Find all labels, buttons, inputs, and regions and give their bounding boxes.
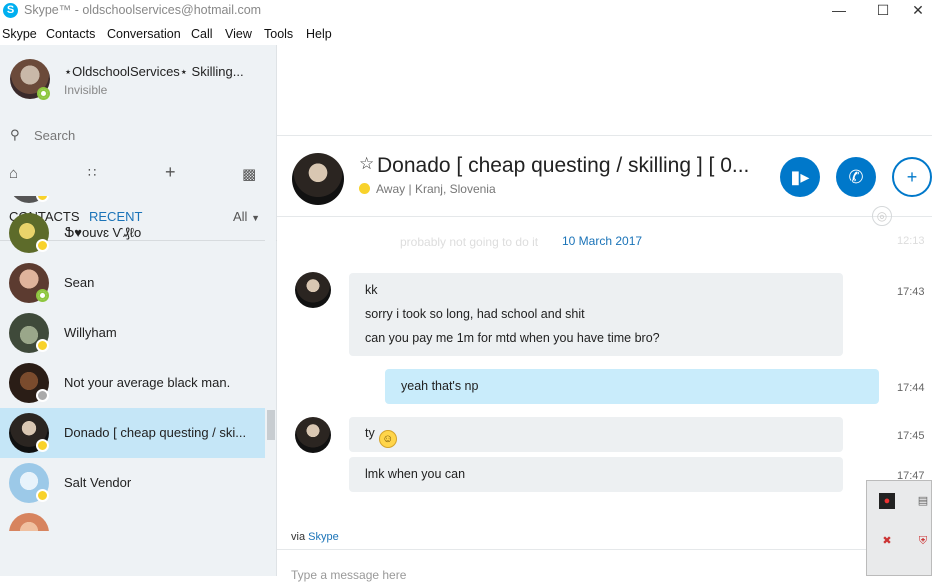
call-button[interactable]: ✆ — [836, 157, 876, 197]
message-time: 17:44 — [897, 382, 925, 394]
list-item[interactable]: Salt Vendor — [0, 458, 265, 508]
date-separator: 10 March 2017 — [562, 234, 643, 248]
close-button[interactable]: ✕ — [904, 0, 932, 22]
plus-icon[interactable]: + — [165, 162, 176, 183]
menu-help[interactable]: Help — [306, 27, 332, 41]
tray-shield-icon[interactable]: ⛨ — [915, 533, 931, 549]
message-input[interactable]: Type a message here — [291, 568, 406, 582]
smile-emoji-icon: ☺ — [378, 430, 397, 448]
video-call-icon: ▮▸ — [790, 167, 810, 187]
contact-name: Not your average black man. — [64, 375, 231, 390]
menu-conversation[interactable]: Conversation — [107, 27, 181, 41]
message-time: 17:43 — [897, 286, 925, 298]
avatar — [9, 513, 49, 531]
window-title: Skype™ - oldschoolservices@hotmail.com — [24, 3, 262, 17]
menu-call[interactable]: Call — [191, 27, 213, 41]
message-history: probably not going to do it 10 March 201… — [277, 218, 932, 576]
faded-timestamp: 12:13 — [897, 235, 925, 247]
message-text: yeah that's np — [401, 379, 479, 393]
dialpad-icon[interactable]: ∷ — [88, 165, 96, 181]
faded-message: probably not going to do it — [400, 235, 539, 249]
conversation-location: Kranj, Slovenia — [414, 182, 496, 196]
sender-avatar[interactable] — [295, 417, 331, 453]
conversation-header: ☆ Donado [ cheap questing / skilling ] [… — [277, 135, 932, 217]
contact-name: Donado [ cheap questing / ski... — [64, 425, 247, 440]
search-icon: ⚲ — [10, 127, 20, 142]
message-text: lmk when you can — [365, 467, 466, 481]
message-text: ty ☺ — [365, 426, 397, 448]
title-bar: S Skype™ - oldschoolservices@hotmail.com… — [0, 0, 932, 22]
away-status-icon — [36, 339, 49, 352]
scrollbar-thumb[interactable] — [267, 410, 275, 440]
menu-contacts[interactable]: Contacts — [46, 27, 95, 41]
message-bubble[interactable]: ty ☺ — [349, 417, 843, 452]
phone-icon: ✆ — [848, 167, 864, 187]
list-item[interactable] — [0, 196, 265, 208]
menu-skype[interactable]: Skype — [2, 27, 37, 41]
via-text: via — [291, 531, 306, 543]
contact-name: Salt Vendor — [64, 475, 132, 490]
bot-icon[interactable]: ▩ — [242, 165, 256, 183]
menu-tools[interactable]: Tools — [264, 27, 293, 41]
unknown-status-icon — [36, 389, 49, 402]
minimize-button[interactable]: — — [816, 0, 862, 22]
menu-bar: Skype Contacts Conversation Call View To… — [0, 25, 932, 45]
skype-logo-icon: S — [3, 3, 18, 18]
conversation-subtitle: Away | Kranj, Slovenia — [359, 182, 496, 196]
list-item[interactable]: Willyham — [0, 308, 265, 358]
tray-network-icon[interactable]: ✖ — [879, 533, 895, 549]
skype-link[interactable]: Skype — [308, 531, 339, 543]
message-bubble[interactable]: lmk when you can — [349, 457, 843, 492]
conversation-avatar[interactable] — [292, 153, 344, 205]
list-item[interactable]: Not your average black man. — [0, 358, 265, 408]
via-label: via Skype — [291, 531, 339, 543]
online-status-icon — [36, 289, 49, 302]
message-text: can you pay me 1m for mtd when you have … — [365, 331, 660, 345]
message-text-content: ty — [365, 426, 375, 440]
search-box[interactable]: ⚲ Search — [10, 125, 270, 145]
tray-app-icon[interactable]: ● — [879, 493, 895, 509]
away-status-icon — [36, 489, 49, 502]
add-contact-icon: + — [906, 167, 918, 187]
contacts-scrollbar[interactable] — [265, 196, 276, 531]
sender-avatar[interactable] — [295, 272, 331, 308]
contact-name: Willyham — [64, 325, 117, 340]
video-call-button[interactable]: ▮▸ — [780, 157, 820, 197]
tray-device-icon[interactable]: ▤ — [915, 493, 931, 509]
away-status-icon — [36, 196, 49, 202]
away-status-icon — [359, 183, 370, 194]
message-bubble[interactable]: kk sorry i took so long, had school and … — [349, 273, 843, 356]
contact-name: Sean — [64, 275, 95, 290]
profile-name[interactable]: ⋆OldschoolServices⋆ Skilling... — [64, 64, 244, 80]
away-status-icon — [36, 239, 49, 252]
away-status-icon — [36, 439, 49, 452]
list-item[interactable]: Ֆ♥ouvɛ Ѵ₰ℓo — [0, 208, 265, 258]
add-people-button[interactable]: + — [892, 157, 932, 197]
message-composer[interactable]: Type a message here — [277, 549, 932, 582]
search-input[interactable]: Search — [34, 128, 75, 143]
list-item-selected[interactable]: Donado [ cheap questing / ski... — [0, 408, 265, 458]
invisible-status-icon — [37, 87, 50, 100]
menu-view[interactable]: View — [225, 27, 252, 41]
home-icon[interactable]: ⌂ — [9, 165, 18, 182]
recent-list: Ֆ♥ouvɛ Ѵ₰ℓo Sean Willyham Not your avera… — [0, 196, 265, 531]
maximize-button[interactable]: ☐ — [860, 0, 906, 22]
message-time: 17:45 — [897, 430, 925, 442]
list-item[interactable] — [0, 508, 265, 531]
system-tray-popup: ● ▤ ✖ ⛨ — [866, 480, 932, 576]
message-text: kk — [365, 283, 378, 297]
contact-name: Ֆ♥ouvɛ Ѵ₰ℓo — [64, 225, 142, 240]
list-item[interactable]: Sean — [0, 258, 265, 308]
favorite-star-icon[interactable]: ☆ — [359, 154, 374, 174]
profile-status[interactable]: Invisible — [64, 83, 107, 97]
message-text: sorry i took so long, had school and shi… — [365, 307, 585, 321]
conversation-title[interactable]: Donado [ cheap questing / skilling ] [ 0… — [377, 154, 757, 178]
message-bubble-mine[interactable]: yeah that's np — [385, 369, 879, 404]
sidebar-toolbar: ⌂ ∷ + ▩ — [0, 162, 277, 187]
conversation-status: Away — [376, 182, 406, 196]
